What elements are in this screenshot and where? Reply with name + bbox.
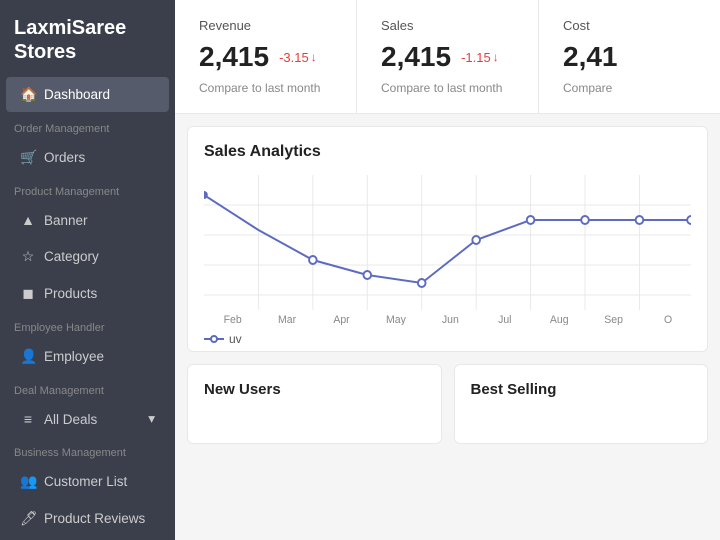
- sidebar-item-alldeals[interactable]: ≡ All Deals ▾: [6, 402, 169, 436]
- stat-card-cost: Cost 2,41 Compare: [539, 0, 720, 113]
- legend-uv-label: uv: [229, 332, 242, 346]
- section-business-management: Business Management: [0, 437, 175, 463]
- revenue-compare: Compare to last month: [199, 81, 332, 95]
- section-employee-handler: Employee Handler: [0, 312, 175, 338]
- sidebar-productreviews-label: Product Reviews: [44, 511, 145, 526]
- svg-text:Jul: Jul: [498, 314, 511, 325]
- section-product-management: Product Management: [0, 176, 175, 202]
- sidebar-alldeals-label: All Deals: [44, 412, 97, 427]
- chart-legend: uv: [204, 332, 691, 346]
- svg-text:Jun: Jun: [442, 314, 459, 325]
- sidebar-employee-label: Employee: [44, 349, 104, 364]
- best-selling-title: Best Selling: [471, 381, 692, 398]
- revenue-change: -3.15 ↓: [279, 50, 317, 65]
- sidebar-item-customerlist[interactable]: 👥 Customer List: [6, 464, 169, 499]
- sidebar-banner-label: Banner: [44, 213, 88, 228]
- cost-compare: Compare: [563, 81, 696, 95]
- sales-compare: Compare to last month: [381, 81, 514, 95]
- bottom-row: New Users Best Selling: [187, 364, 708, 444]
- stats-row: Revenue 2,415 -3.15 ↓ Compare to last mo…: [175, 0, 720, 114]
- new-users-card: New Users: [187, 364, 442, 444]
- stat-card-sales: Sales 2,415 -1.15 ↓ Compare to last mont…: [357, 0, 539, 113]
- chevron-down-icon: ▾: [148, 411, 155, 427]
- chart-area: Feb Mar Apr May Jun Jul Aug Sep O uv: [204, 175, 691, 335]
- sidebar-item-category[interactable]: ☆ Category: [6, 239, 169, 274]
- sidebar-item-employee[interactable]: 👤 Employee: [6, 339, 169, 374]
- stat-card-revenue: Revenue 2,415 -3.15 ↓ Compare to last mo…: [175, 0, 357, 113]
- sidebar-item-productreviews[interactable]: 🖊 Product Reviews: [6, 501, 169, 536]
- sidebar-customerlist-label: Customer List: [44, 474, 127, 489]
- svg-text:Mar: Mar: [278, 314, 296, 325]
- svg-text:Sep: Sep: [604, 314, 623, 325]
- customers-icon: 👥: [20, 473, 36, 490]
- sidebar-item-products[interactable]: ◼ Products: [6, 276, 169, 311]
- svg-text:O: O: [664, 314, 672, 325]
- revenue-down-arrow: ↓: [311, 50, 317, 64]
- svg-text:Apr: Apr: [333, 314, 350, 325]
- brand-name: LaxmiSareeStores: [0, 0, 175, 76]
- section-order-management: Order Management: [0, 113, 175, 139]
- main-content: Revenue 2,415 -3.15 ↓ Compare to last mo…: [175, 0, 720, 540]
- sales-label: Sales: [381, 18, 514, 33]
- sidebar-products-label: Products: [44, 286, 97, 301]
- revenue-value: 2,415: [199, 41, 269, 73]
- cart-icon: 🛒: [20, 149, 36, 166]
- home-icon: 🏠: [20, 86, 36, 103]
- section-deal-management: Deal Management: [0, 375, 175, 401]
- sidebar-item-dashboard[interactable]: 🏠 Dashboard: [6, 77, 169, 112]
- sales-down-arrow: ↓: [493, 50, 499, 64]
- svg-text:Feb: Feb: [224, 314, 242, 325]
- banner-icon: ▲: [20, 212, 36, 228]
- products-icon: ◼: [20, 285, 36, 302]
- sales-change: -1.15 ↓: [461, 50, 499, 65]
- revenue-label: Revenue: [199, 18, 332, 33]
- cost-label: Cost: [563, 18, 696, 33]
- revenue-value-row: 2,415 -3.15 ↓: [199, 41, 332, 73]
- employee-icon: 👤: [20, 348, 36, 365]
- sales-value: 2,415: [381, 41, 451, 73]
- reviews-icon: 🖊: [20, 510, 36, 527]
- sidebar-orders-label: Orders: [44, 150, 85, 165]
- sidebar-item-orders[interactable]: 🛒 Orders: [6, 140, 169, 175]
- sidebar-category-label: Category: [44, 249, 99, 264]
- cost-value: 2,41: [563, 41, 618, 73]
- category-icon: ☆: [20, 248, 36, 265]
- sidebar: LaxmiSareeStores 🏠 Dashboard Order Manag…: [0, 0, 175, 540]
- best-selling-card: Best Selling: [454, 364, 709, 444]
- svg-text:Aug: Aug: [550, 314, 569, 325]
- sales-value-row: 2,415 -1.15 ↓: [381, 41, 514, 73]
- chart-title: Sales Analytics: [204, 143, 691, 161]
- new-users-title: New Users: [204, 381, 425, 398]
- sidebar-item-banner[interactable]: ▲ Banner: [6, 203, 169, 237]
- chart-section: Sales Analytics: [187, 126, 708, 352]
- svg-text:May: May: [386, 314, 406, 325]
- cost-value-row: 2,41: [563, 41, 696, 73]
- sidebar-dashboard-label: Dashboard: [44, 87, 110, 102]
- deals-icon: ≡: [20, 411, 36, 427]
